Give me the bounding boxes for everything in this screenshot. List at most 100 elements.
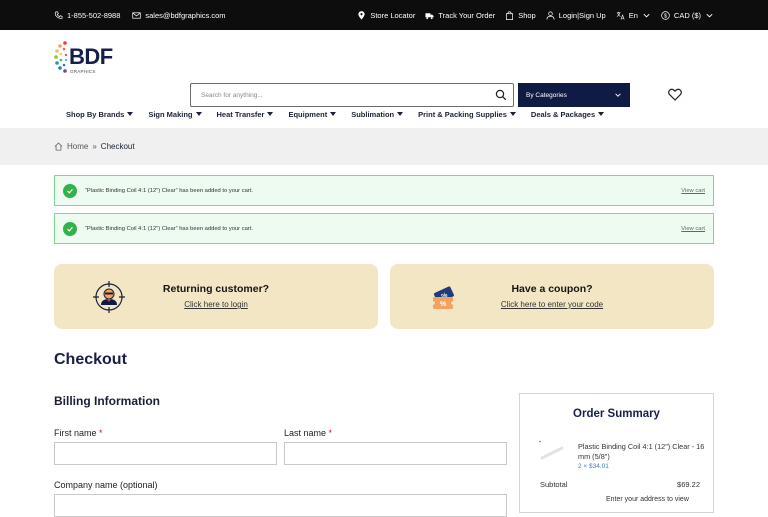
caret-down-icon [598, 112, 605, 116]
returning-customer-card: Returning customer? Click here to login [54, 264, 378, 329]
last-name-field[interactable] [284, 442, 507, 465]
mail-icon [132, 11, 142, 19]
notice-message: “Plastic Binding Coil 4:1 (12") Clear” h… [85, 187, 253, 194]
nav-label: Deals & Packages [530, 109, 596, 119]
shopping-bag-icon [506, 10, 514, 20]
email-address: sales@bdfgraphics.com [145, 10, 226, 20]
search-input[interactable] [191, 84, 481, 107]
top-bar: 1-855-502-8988 sales@bdfgraphics.com Sto… [0, 0, 768, 30]
last-name-label-text: Last name [284, 428, 327, 438]
wishlist-heart-icon[interactable] [668, 88, 682, 101]
currency-selector[interactable]: $ CAD ($) [661, 11, 714, 20]
product-quantity-price: 2 × $34.01 [578, 463, 609, 470]
nav-label: Heat Transfer [216, 109, 265, 119]
nav-sublimation[interactable]: Sublimation [351, 109, 404, 119]
currency-label: CAD ($) [673, 10, 701, 20]
phone-number: 1-855-502-8988 [67, 10, 121, 20]
caret-down-icon [509, 112, 516, 116]
shop-link[interactable]: Shop [505, 11, 536, 20]
cart-notice: “Plastic Binding Coil 4:1 (12") Clear” h… [54, 175, 714, 206]
order-summary-panel: Order Summary Plastic Binding Coil 4:1 (… [519, 393, 714, 513]
cart-notice: “Plastic Binding Coil 4:1 (12") Clear” h… [54, 213, 714, 244]
nav-heat-transfer[interactable]: Heat Transfer [217, 110, 274, 119]
caret-down-icon [330, 112, 337, 116]
logo-subtext: GRAPHICS [70, 69, 96, 74]
first-name-field[interactable] [54, 442, 277, 465]
site-header: BDF GRAPHICS By Categories [0, 30, 768, 107]
nav-deals-packages[interactable]: Deals & Packages [530, 109, 605, 119]
translate-icon [616, 11, 625, 20]
company-name-field[interactable] [54, 494, 507, 517]
brand-logo[interactable]: BDF GRAPHICS [54, 40, 113, 92]
categories-dropdown[interactable]: By Categories [518, 83, 630, 107]
breadcrumb-current: Checkout [100, 142, 135, 151]
phone-link[interactable]: 1-855-502-8988 [54, 11, 120, 20]
returning-customer-title: Returning customer? [162, 283, 270, 295]
track-order-label: Track Your Order [438, 10, 496, 20]
last-name-label: Last name * [284, 428, 332, 438]
nav-label: Sublimation [351, 109, 395, 119]
breadcrumb-home[interactable]: Home [67, 142, 88, 151]
chevron-down-icon [643, 13, 650, 17]
check-circle-icon [63, 183, 77, 198]
breadcrumb-separator: » [92, 142, 97, 151]
subtotal-label: Subtotal [540, 480, 568, 489]
first-name-label-text: First name [54, 428, 97, 438]
login-signup-link[interactable]: Login|Sign Up [546, 11, 606, 20]
nav-shop-by-brands[interactable]: Shop By Brands [66, 109, 134, 119]
truck-icon [425, 12, 434, 19]
notice-message: “Plastic Binding Coil 4:1 (12") Clear” h… [85, 225, 253, 232]
required-marker: * [99, 428, 103, 438]
required-marker: * [328, 428, 333, 438]
product-thumbnail [539, 440, 564, 460]
nav-label: Shop By Brands [66, 109, 125, 119]
store-locator-link[interactable]: Store Locator [357, 11, 415, 20]
account-links: Store Locator Track Your Order Shop Logi… [357, 11, 714, 20]
language-label: En [628, 10, 638, 20]
company-name-label: Company name (optional) [54, 480, 158, 490]
logo-text: BDF [69, 44, 113, 69]
billing-section-title: Billing Information [54, 394, 160, 408]
login-link[interactable]: Click here to login [54, 300, 378, 309]
nav-print-packing-supplies[interactable]: Print & Packing Supplies [418, 110, 516, 119]
nav-sign-making[interactable]: Sign Making [148, 109, 202, 119]
location-pin-icon [358, 10, 365, 20]
shop-label: Shop [518, 10, 536, 20]
caret-down-icon [195, 112, 202, 116]
chevron-down-icon [615, 93, 621, 97]
language-selector[interactable]: En [616, 11, 651, 20]
phone-icon [54, 11, 63, 19]
email-link[interactable]: sales@bdfgraphics.com [132, 10, 226, 20]
categories-label: By Categories [526, 91, 567, 99]
nav-label: Equipment [288, 109, 328, 119]
store-locator-label: Store Locator [370, 10, 416, 20]
subtotal-value: $69.22 [677, 480, 700, 489]
track-order-link[interactable]: Track Your Order [425, 11, 495, 20]
check-circle-icon [63, 221, 77, 236]
contact-info: 1-855-502-8988 sales@bdfgraphics.com [54, 11, 226, 20]
first-name-label: First name * [54, 428, 103, 438]
home-icon[interactable] [54, 142, 63, 151]
caret-down-icon [397, 112, 404, 116]
order-summary-title: Order Summary [573, 408, 660, 420]
search-icon[interactable] [495, 89, 507, 101]
nav-label: Sign Making [148, 109, 193, 119]
login-label: Login|Sign Up [558, 10, 606, 20]
coupon-card: % % Have a coupon? Click here to enter y… [390, 264, 714, 329]
svg-text:$: $ [664, 13, 667, 19]
coupon-title: Have a coupon? [511, 283, 593, 295]
user-icon [546, 11, 555, 20]
product-name[interactable]: Plastic Binding Coil 4:1 (12") Clear - 1… [578, 442, 708, 462]
nav-equipment[interactable]: Equipment [288, 109, 337, 119]
nav-label: Print & Packing Supplies [418, 109, 507, 119]
dollar-circle-icon: $ [661, 10, 670, 20]
enter-code-link[interactable]: Click here to enter your code [390, 300, 714, 309]
view-cart-link[interactable]: View cart [681, 188, 705, 194]
caret-down-icon [127, 112, 134, 116]
view-cart-link[interactable]: View cart [681, 226, 705, 232]
breadcrumb: Home » Checkout [0, 128, 768, 165]
caret-down-icon [267, 112, 274, 116]
page-title: Checkout [54, 351, 127, 368]
chevron-down-icon [706, 13, 713, 17]
search-bar [190, 83, 514, 107]
